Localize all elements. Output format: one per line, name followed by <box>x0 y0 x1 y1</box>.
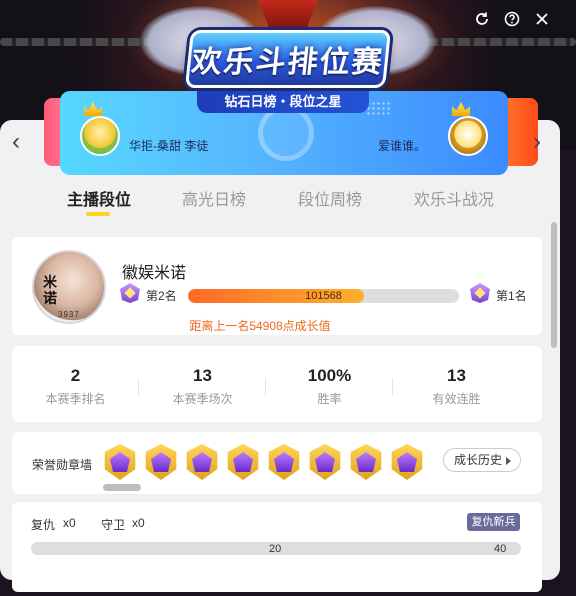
growth-history-button[interactable]: 成长历史 <box>443 448 521 472</box>
medal-watermark-icon <box>258 105 314 161</box>
bar-mid-label: 20 <box>269 543 282 555</box>
help-icon[interactable] <box>504 11 520 27</box>
stat-label: 胜率 <box>317 392 342 406</box>
honor-medal-wall: 荣誉勋章墙 成长历史 <box>12 432 542 494</box>
rank-diamond-icon <box>120 283 140 303</box>
growth-score: 101568 <box>305 290 342 302</box>
revenge-rookie-tag: 复仇新兵 <box>467 513 520 531</box>
stat-value: 100% <box>307 366 352 385</box>
honor-badge-icon[interactable] <box>104 444 136 480</box>
stat-season-rank: 2 本赛季排名 <box>12 346 139 422</box>
window-controls <box>474 11 550 27</box>
current-rank: 第2名 <box>146 289 177 303</box>
close-icon[interactable] <box>534 11 550 27</box>
honor-badge-icon[interactable] <box>227 444 259 480</box>
banner-avatar-right[interactable] <box>448 116 488 156</box>
banner-title: 钻石日榜・段位之星 <box>197 91 369 113</box>
horizontal-scrollbar[interactable] <box>103 484 141 491</box>
bar-max-label: 40 <box>494 543 507 555</box>
stat-win-rate: 100% 胜率 <box>266 346 393 422</box>
chain-left <box>0 38 150 46</box>
honor-badge-icon[interactable] <box>186 444 218 480</box>
banner-name-right[interactable]: 爱谁谁。 <box>378 137 426 154</box>
active-tab-indicator <box>86 212 110 216</box>
gap-to-next-text: 距离上一名54908点成长值 <box>189 319 331 333</box>
chevron-left-icon[interactable]: ‹ <box>12 130 20 154</box>
stat-value: 13 <box>447 366 466 385</box>
growth-progress-bar: 101568 <box>188 289 459 303</box>
profile-card: 米诺 3937 徽娱米诺 第2名 101568 第1名 距离上一名54908点成… <box>12 237 542 335</box>
chevron-right-icon[interactable]: › <box>533 130 541 154</box>
event-logo: 欢乐斗排位赛 <box>184 30 392 88</box>
stat-value: 13 <box>193 366 212 385</box>
honor-wall-label: 荣誉勋章墙 <box>32 458 93 472</box>
refresh-icon[interactable] <box>474 11 490 27</box>
tab-battle-status[interactable]: 欢乐斗战况 <box>414 186 494 210</box>
revenge-count: x0 <box>63 516 76 530</box>
avatar-signature: 米诺 <box>43 274 57 306</box>
dots-decoration <box>366 101 390 117</box>
streamer-name: 徽娱米诺 <box>122 265 187 282</box>
season-stats-card: 2 本赛季排名 13 本赛季场次 100% 胜率 13 有效连胜 <box>12 346 542 422</box>
tab-highlight-daily[interactable]: 高光日榜 <box>182 186 246 210</box>
tab-bar: 主播段位 高光日榜 段位周榜 欢乐斗战况 <box>0 186 560 216</box>
honor-badge-icon[interactable] <box>350 444 382 480</box>
stat-win-streak: 13 有效连胜 <box>393 346 520 422</box>
honor-badge-icon[interactable] <box>145 444 177 480</box>
guard-label: 守卫 <box>101 518 126 532</box>
rank-diamond-icon <box>470 283 490 303</box>
tab-rank-weekly[interactable]: 段位周榜 <box>298 186 362 210</box>
avatar[interactable]: 米诺 3937 <box>32 250 106 324</box>
tab-streamer-rank[interactable]: 主播段位 <box>67 186 131 210</box>
stat-label: 有效连胜 <box>432 392 481 406</box>
stat-season-matches: 13 本赛季场次 <box>139 346 266 422</box>
chain-right <box>426 38 576 46</box>
guard-count: x0 <box>132 516 145 530</box>
avatar-number: 3937 <box>58 310 80 319</box>
honor-badge-icon[interactable] <box>268 444 300 480</box>
stat-value: 2 <box>70 366 81 385</box>
honor-badge-icon[interactable] <box>309 444 341 480</box>
next-rank: 第1名 <box>496 289 527 303</box>
honor-badge-icon[interactable] <box>391 444 423 480</box>
banner-avatar-left[interactable] <box>80 116 120 156</box>
stat-label: 本赛季场次 <box>172 392 233 406</box>
stat-label: 本赛季排名 <box>45 392 106 406</box>
banner-name-left[interactable]: 华拒-桑甜 李徒 <box>129 137 208 154</box>
revenge-guard-card: 复仇 x0 守卫 x0 复仇新兵 20 40 <box>12 502 542 592</box>
vertical-scrollbar[interactable] <box>551 222 557 348</box>
revenge-label: 复仇 <box>31 518 56 532</box>
